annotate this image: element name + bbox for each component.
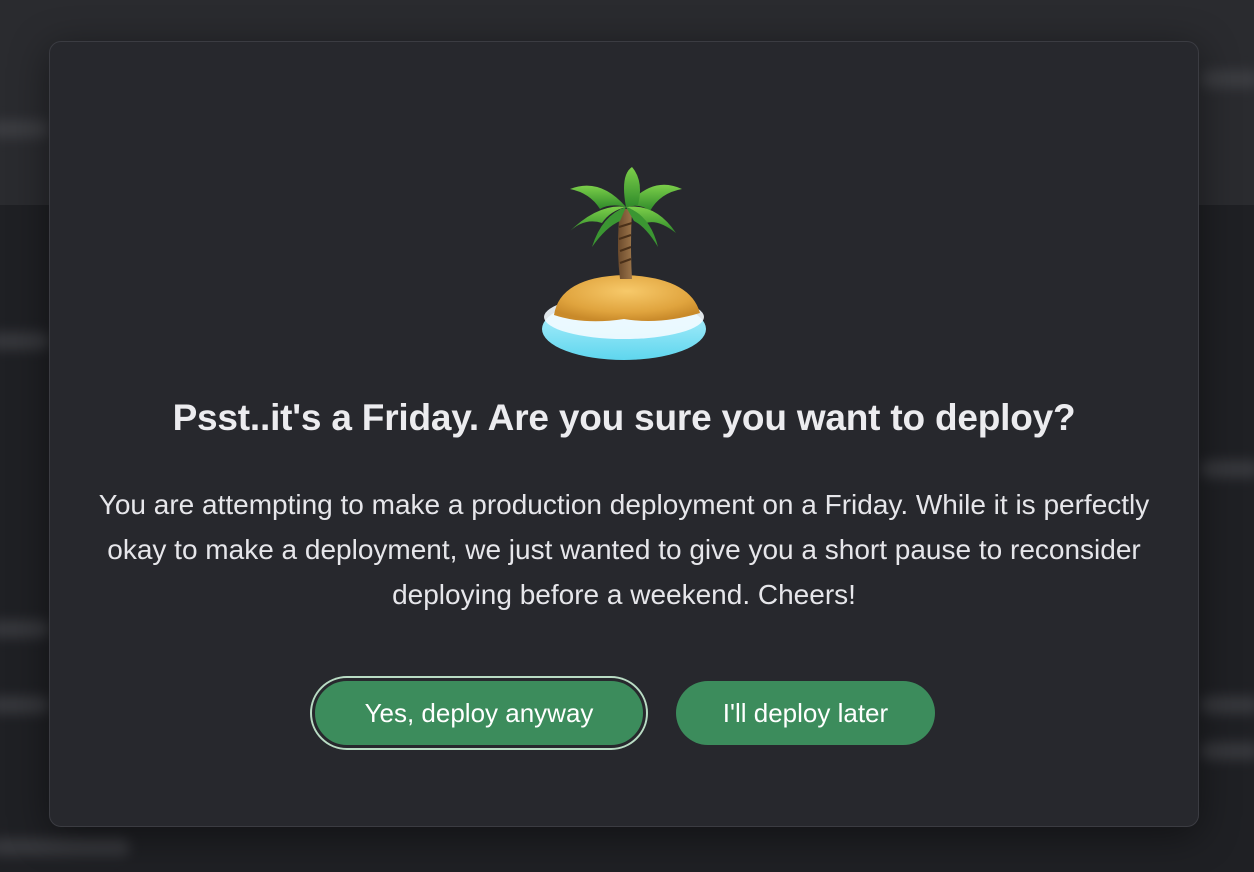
deploy-anyway-button[interactable]: Yes, deploy anyway bbox=[312, 678, 646, 748]
friday-deploy-warning-dialog: Psst..it's a Friday. Are you sure you wa… bbox=[49, 41, 1199, 827]
background-blurred-text bbox=[0, 120, 50, 138]
background-blurred-text bbox=[1200, 742, 1254, 760]
background-blurred-text bbox=[0, 332, 50, 350]
background-blurred-text bbox=[1200, 70, 1254, 88]
desert-island-icon bbox=[542, 167, 706, 360]
background-blurred-text bbox=[1200, 696, 1254, 714]
dialog-message: You are attempting to make a production … bbox=[98, 489, 1150, 610]
background-blurred-text bbox=[0, 838, 130, 856]
deploy-later-button[interactable]: I'll deploy later bbox=[676, 681, 935, 745]
dialog-title: Psst..it's a Friday. Are you sure you wa… bbox=[172, 397, 1076, 438]
background-blurred-text bbox=[1200, 460, 1254, 478]
background-blurred-text bbox=[0, 696, 50, 714]
background-blurred-text bbox=[0, 620, 50, 638]
